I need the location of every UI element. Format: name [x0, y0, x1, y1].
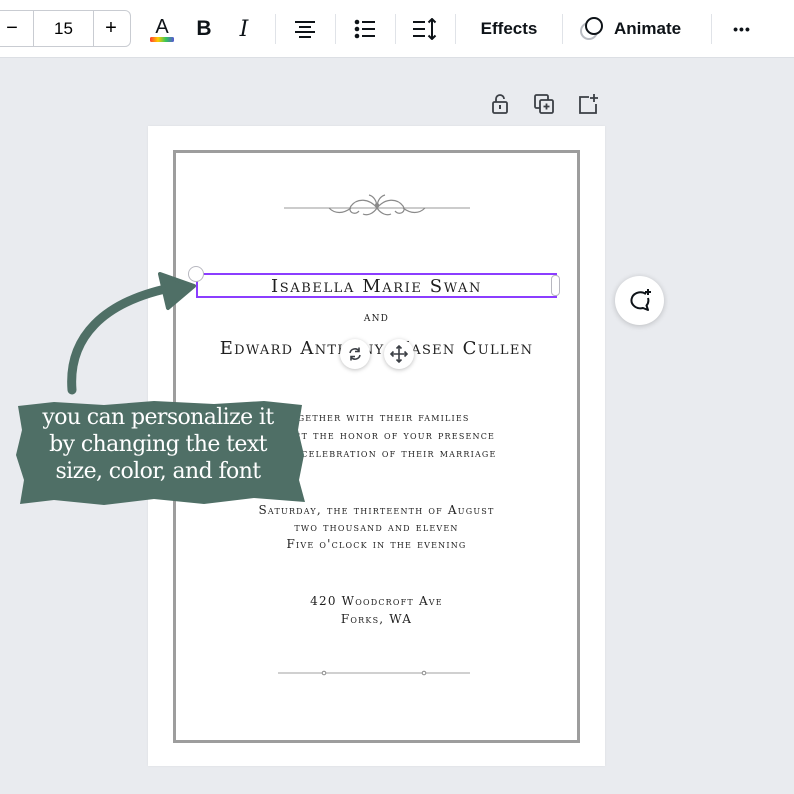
toolbar-divider: [562, 14, 563, 44]
text-selection-box: [196, 273, 557, 298]
add-comment-button[interactable]: [615, 276, 664, 325]
bottom-divider-icon: [278, 670, 470, 676]
ornament-flourish-icon: [284, 194, 470, 216]
font-size-stepper[interactable]: − 15 +: [0, 10, 131, 47]
lock-page-button[interactable]: [488, 92, 512, 116]
editor-toolbar: − 15 + A B I Effects Animate •••: [0, 0, 794, 58]
add-page-button[interactable]: [576, 92, 600, 116]
italic-icon: I: [239, 16, 249, 42]
font-size-input[interactable]: 15: [33, 11, 94, 46]
callout-line-1: you can personalize it: [42, 405, 274, 430]
annotation-arrow-icon: [67, 272, 196, 395]
line-spacing-icon: [413, 18, 437, 40]
decrease-font-size-button[interactable]: −: [0, 11, 33, 46]
spacing-button[interactable]: [410, 14, 440, 44]
list-button[interactable]: [350, 14, 380, 44]
more-options-button[interactable]: •••: [726, 14, 758, 44]
animate-label: Animate: [614, 19, 682, 38]
animate-icon: [580, 17, 603, 40]
text-align-button[interactable]: [290, 14, 320, 44]
toolbar-divider: [335, 14, 336, 44]
move-icon: [390, 345, 408, 363]
increase-font-size-button[interactable]: +: [92, 11, 130, 46]
move-button[interactable]: [384, 339, 414, 369]
duplicate-icon: [534, 94, 554, 114]
callout-text: you can personalize it by changing the t…: [14, 404, 302, 485]
callout-line-3: size, color, and font: [55, 459, 261, 484]
toolbar-divider: [395, 14, 396, 44]
date-line-2[interactable]: two thousand and eleven: [148, 518, 605, 536]
toolbar-divider: [275, 14, 276, 44]
duplicate-page-button[interactable]: [532, 92, 556, 116]
groom-name-text[interactable]: Edward Anthony Masen Cullen: [148, 338, 605, 359]
svg-text:A: A: [155, 16, 169, 38]
align-center-icon: [295, 21, 315, 38]
italic-button[interactable]: I: [230, 14, 258, 44]
effects-button[interactable]: Effects: [470, 14, 548, 44]
bullet-list-icon: [354, 19, 375, 39]
animate-button[interactable]: Animate: [578, 14, 696, 44]
toolbar-divider: [711, 14, 712, 44]
bold-button[interactable]: B: [190, 14, 218, 44]
lock-icon: [492, 94, 508, 114]
resize-handle-right[interactable]: [551, 275, 560, 296]
date-line-3[interactable]: Five o'clock in the evening: [148, 535, 605, 553]
address-line-1[interactable]: 420 Woodcroft Ave: [148, 592, 605, 610]
text-color-icon: A: [150, 16, 174, 42]
and-text[interactable]: and: [148, 310, 605, 325]
address-line-2[interactable]: Forks, WA: [148, 610, 605, 628]
rotate-button[interactable]: [340, 339, 370, 369]
add-page-icon: [579, 94, 598, 114]
text-color-button[interactable]: A: [146, 12, 178, 46]
callout-line-2: by changing the text: [49, 432, 267, 457]
rotate-icon: [349, 347, 361, 361]
add-comment-icon: [629, 288, 651, 311]
bold-icon: B: [196, 17, 212, 40]
toolbar-divider: [455, 14, 456, 44]
